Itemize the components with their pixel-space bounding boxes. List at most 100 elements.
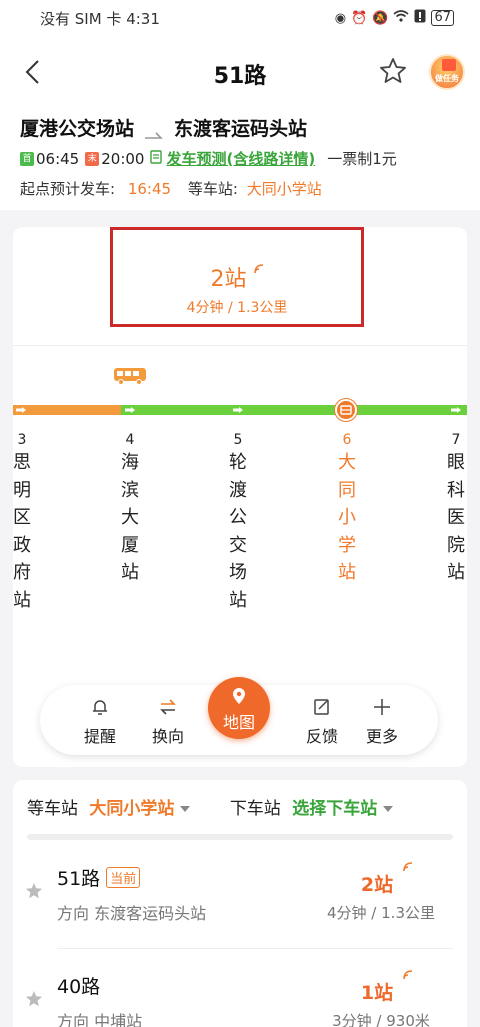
feedback-label: 反馈 <box>305 727 338 746</box>
arrival-eta: 4分钟 / 1.3公里 <box>186 300 288 316</box>
feedback-button[interactable]: 反馈 <box>292 685 352 755</box>
route-endpoints: 厦港公交场站 东渡客运码头站 <box>20 114 307 141</box>
route-stops-away: 1站 <box>360 982 394 1004</box>
ticket-info: 一票制1元 <box>327 150 397 168</box>
route-eta: 3分钟 / 930米 <box>332 1012 430 1027</box>
section-separator <box>27 834 453 840</box>
chevron-down-icon[interactable] <box>383 806 394 812</box>
last-bus-tag: 末 <box>85 151 100 166</box>
gift-icon <box>442 59 456 71</box>
star-icon <box>26 883 42 899</box>
map-button[interactable]: 地图 <box>208 677 270 739</box>
route-name: 51路 当前 <box>57 864 141 891</box>
mute-icon: 🔕 <box>372 10 389 26</box>
current-badge: 当前 <box>106 867 141 888</box>
stop-name: 大同小学站 <box>338 452 356 583</box>
row-divider <box>57 948 453 949</box>
divider <box>13 345 467 346</box>
route-direction: 方向 中埔站 <box>57 1012 143 1027</box>
document-icon <box>150 149 163 168</box>
map-label: 地图 <box>222 713 255 732</box>
action-toolbar: 提醒 换向 地图 反馈 更多 <box>40 677 438 755</box>
route-to: 东渡客运码头站 <box>174 118 308 140</box>
stop-number: 6 <box>342 432 352 448</box>
remind-button[interactable]: 提醒 <box>70 685 130 755</box>
stop-item-current[interactable]: 6 大同小学站 <box>336 431 358 587</box>
eye-icon: ◉ <box>334 10 347 26</box>
route-direction: 方向 东渡客运码头站 <box>57 904 207 923</box>
stop-name: 思明区政府站 <box>13 452 31 611</box>
direction-arrow-icon <box>16 407 26 413</box>
stop-item[interactable]: 4 海滨大厦站 <box>119 431 141 587</box>
stop-item[interactable]: 7 眼科医院站 <box>445 431 467 587</box>
route-from: 厦港公交场站 <box>20 118 135 140</box>
star-icon <box>26 991 42 1007</box>
depart-label: 起点预计发车: <box>20 180 116 198</box>
status-icons: ◉ ⏰ 🔕 67 <box>335 9 454 27</box>
wait-station-select[interactable]: 大同小学站 <box>89 799 174 819</box>
direction-arrow-icon <box>451 407 461 413</box>
stop-item[interactable]: 5 轮渡公交场站 <box>227 431 249 614</box>
switch-direction-button[interactable]: 换向 <box>138 685 198 755</box>
plus-icon <box>374 699 390 715</box>
first-bus-tag: 首 <box>20 151 34 166</box>
stop-name: 轮渡公交场站 <box>229 452 247 611</box>
route-name-text: 51路 <box>57 868 101 890</box>
depart-time: 16:45 <box>127 180 172 198</box>
route-row[interactable]: 51路 当前 方向 东渡客运码头站 2站 4分钟 / 1.3公里 <box>13 842 467 950</box>
battery-icon: 67 <box>431 10 454 26</box>
more-label: 更多 <box>365 727 398 746</box>
track-passed <box>13 405 121 415</box>
switch-label: 换向 <box>151 727 184 746</box>
first-bus-time: 06:45 <box>36 149 80 168</box>
status-text: 没有 SIM 卡 4:31 <box>40 10 160 28</box>
route-stops-away: 2站 <box>360 874 394 896</box>
signal-icon <box>253 264 263 274</box>
station-filters: 等车站 大同小学站 下车站 选择下车站 <box>27 794 394 819</box>
wifi-icon <box>393 10 409 26</box>
alight-filter-label: 下车站 <box>229 799 281 819</box>
predict-link[interactable]: 发车预测(含线路详情) <box>166 148 315 169</box>
swap-icon <box>160 699 176 715</box>
route-info: 厦港公交场站 东渡客运码头站 首 06:45 末 20:00 发车预测(含线路详… <box>0 108 480 210</box>
alarm-icon: ⏰ <box>351 10 368 26</box>
alert-icon <box>414 9 426 27</box>
stop-item[interactable]: 3 思明区政府站 <box>11 431 33 614</box>
wait-filter-label: 等车站 <box>27 799 78 819</box>
remind-label: 提醒 <box>83 727 116 746</box>
route-eta: 4分钟 / 1.3公里 <box>327 904 435 922</box>
route-name: 40路 <box>57 976 101 998</box>
route-row[interactable]: 40路 方向 中埔站 1站 3分钟 / 930米 <box>13 950 467 1027</box>
route-map-card: 2站 4分钟 / 1.3公里 3 思明区政府站 4 海滨大厦站 5 轮渡公交场站… <box>13 227 467 767</box>
stop-number: 4 <box>125 432 135 448</box>
depart-info: 起点预计发车: 16:45 等车站: 大同小学站 <box>20 178 322 199</box>
direction-arrow-icon <box>125 407 135 413</box>
task-button[interactable]: 做任务 <box>429 54 465 90</box>
nearby-routes-card: 等车站 大同小学站 下车站 选择下车站 51路 当前 方向 东渡客运码头站 2站 … <box>13 780 467 1027</box>
arrival-stops-text: 2站 <box>210 267 247 292</box>
status-bar: 没有 SIM 卡 4:31 ◉ ⏰ 🔕 67 <box>0 0 480 36</box>
service-times: 首 06:45 末 20:00 发车预测(含线路详情) 一票制1元 <box>20 148 397 169</box>
wait-label: 等车站: <box>187 180 238 198</box>
alight-station-select[interactable]: 选择下车站 <box>292 799 377 819</box>
map-pin-icon <box>233 688 245 704</box>
arrow-right-icon <box>144 123 164 139</box>
stop-name: 眼科医院站 <box>447 452 465 583</box>
direction-arrow-icon <box>233 407 243 413</box>
task-label: 做任务 <box>435 74 459 83</box>
page-title: 51路 <box>213 64 267 89</box>
more-button[interactable]: 更多 <box>352 685 412 755</box>
arrival-stops: 2站 <box>110 261 364 293</box>
track-upcoming <box>121 405 467 415</box>
signal-icon <box>403 862 413 872</box>
last-bus-time: 20:00 <box>101 149 145 168</box>
favorite-button[interactable] <box>378 56 408 86</box>
chevron-down-icon[interactable] <box>180 806 191 812</box>
bus-icon <box>113 367 147 385</box>
top-bar: 51路 做任务 <box>0 36 480 108</box>
signal-icon <box>403 970 413 980</box>
wait-station: 大同小学站 <box>246 180 322 198</box>
stop-number: 3 <box>17 432 27 448</box>
stop-name: 海滨大厦站 <box>121 452 139 583</box>
bus-stop-pin-icon <box>335 399 357 421</box>
